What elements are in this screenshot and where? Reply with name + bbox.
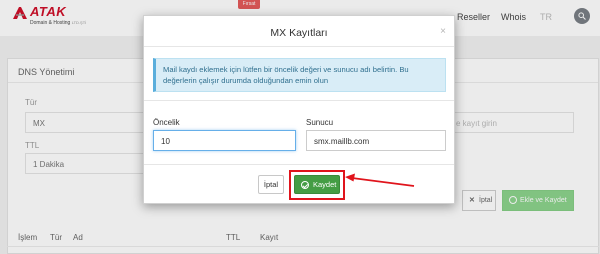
modal-footer-divider [144, 164, 454, 165]
save-button-highlight [289, 170, 345, 200]
server-label: Sunucu [306, 118, 334, 127]
cancel-button[interactable]: İptal [258, 175, 284, 194]
priority-input[interactable]: 10 [153, 130, 296, 151]
info-alert: Mail kaydı eklemek için lütfen bir öncel… [153, 58, 446, 92]
modal-header-divider [144, 46, 454, 47]
annotation-arrow-icon [345, 173, 415, 187]
modal-title: MX Kayıtları [270, 27, 328, 39]
server-input[interactable]: smx.maillb.com [306, 130, 446, 151]
modal-body-divider [144, 100, 454, 101]
close-icon[interactable]: × [440, 26, 446, 37]
priority-label: Öncelik [153, 118, 180, 127]
